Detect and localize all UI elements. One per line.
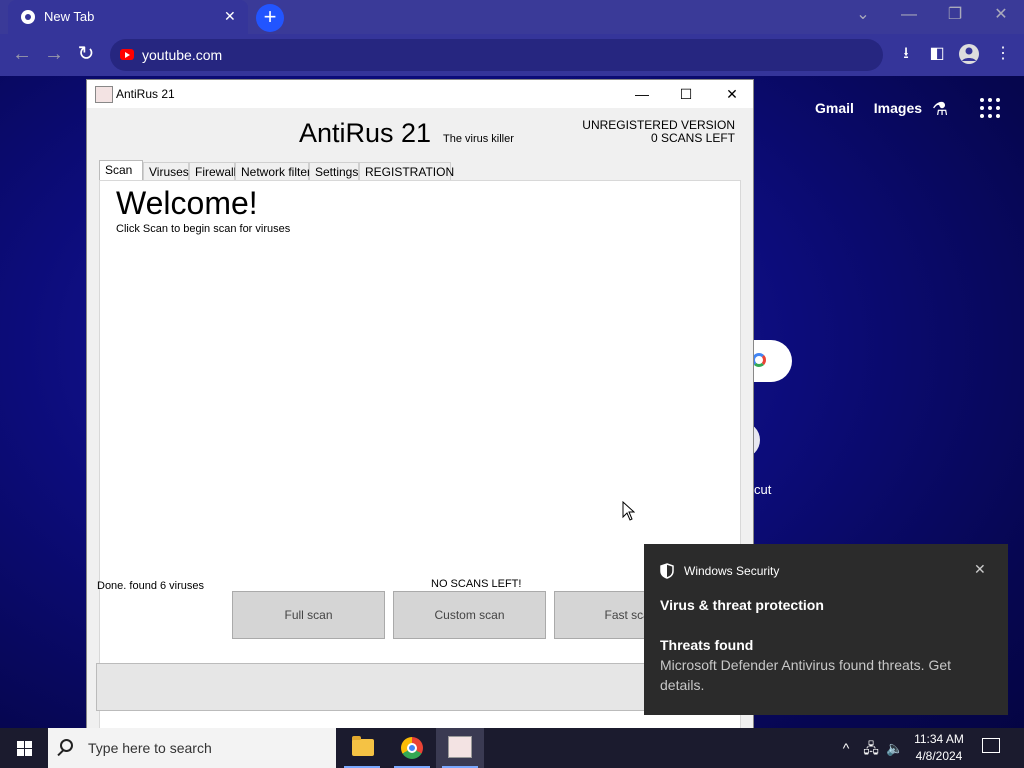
antirus-titlebar[interactable]: AntiRus 21 — ☐ ✕ [87, 80, 753, 108]
tab-viruses[interactable]: Viruses [143, 162, 189, 180]
close-tab-icon[interactable]: ✕ [224, 8, 236, 25]
shield-icon [660, 563, 674, 579]
address-bar[interactable]: youtube.com [110, 39, 883, 71]
tab-network-filter[interactable]: Network filter [235, 162, 311, 180]
browser-tab-strip: New Tab ✕ + ⌄ — ❐ ✕ [0, 0, 1024, 34]
mouse-cursor-icon [622, 501, 635, 521]
maximize-icon[interactable]: ☐ [663, 80, 709, 108]
toast-app-name: Windows Security [684, 564, 780, 578]
custom-scan-button[interactable]: Custom scan [393, 591, 546, 639]
close-icon[interactable]: ✕ [709, 80, 755, 108]
new-tab-button[interactable]: + [256, 4, 284, 32]
labs-flask-icon[interactable]: ⚗ [932, 99, 948, 120]
folder-icon [352, 736, 374, 756]
minimize-icon[interactable]: — [886, 0, 932, 32]
tab-search-icon[interactable]: ⌄ [840, 0, 886, 32]
toast-close-icon[interactable]: ✕ [974, 561, 986, 578]
shortcut-label: cut [754, 482, 772, 497]
antirus-app-icon [95, 86, 113, 103]
restore-icon[interactable]: ❐ [932, 0, 978, 32]
images-link[interactable]: Images [874, 100, 922, 116]
show-hidden-icons-icon[interactable]: ^ [836, 728, 856, 768]
url-text: youtube.com [142, 47, 223, 63]
download-icon[interactable]: ⭳ [895, 43, 917, 65]
ntp-links: Gmail Images [815, 100, 938, 116]
scan-hint: Click Scan to begin scan for viruses [116, 223, 291, 235]
tab-title: New Tab [44, 9, 95, 24]
taskbar: Type here to search ^ 🖧 🔈 11:34 AM 4/8/2… [0, 728, 1024, 768]
chrome-icon [21, 10, 35, 24]
toast-body: Microsoft Defender Antivirus found threa… [660, 657, 952, 693]
volume-muted-icon[interactable]: 🔈 [884, 728, 906, 768]
forward-icon[interactable]: → [42, 43, 66, 67]
clock-time: 11:34 AM [914, 732, 964, 746]
clock-date: 4/8/2024 [915, 749, 963, 763]
search-placeholder: Type here to search [88, 740, 212, 756]
google-apps-icon[interactable] [980, 98, 1000, 118]
notification-center-icon[interactable] [982, 738, 1000, 753]
youtube-icon [120, 49, 134, 60]
brand-title: AntiRus 21 [299, 118, 432, 148]
antirus-taskbar-button[interactable] [436, 728, 484, 768]
browser-toolbar: ← → ↻ youtube.com ⭳ ◧ ⋮ [0, 34, 1024, 76]
welcome-heading: Welcome! [116, 185, 258, 221]
search-icon [60, 739, 73, 752]
close-window-icon[interactable]: ✕ [978, 0, 1024, 32]
taskbar-search-box[interactable]: Type here to search [48, 728, 336, 768]
menu-kebab-icon[interactable]: ⋮ [992, 43, 1014, 65]
reload-icon[interactable]: ↻ [74, 43, 98, 67]
network-icon[interactable]: 🖧 [860, 728, 882, 768]
profile-icon[interactable] [958, 43, 980, 65]
chrome-icon [401, 737, 423, 759]
chrome-taskbar-button[interactable] [388, 728, 436, 768]
scan-progress-bar [96, 663, 728, 711]
toast-subheading: Threats found [660, 637, 754, 653]
antirus-app-icon [448, 736, 472, 758]
tab-firewall[interactable]: Firewall [189, 162, 236, 180]
scan-status-text: Done. found 6 viruses [97, 580, 205, 592]
gmail-link[interactable]: Gmail [815, 100, 854, 116]
windows-security-toast[interactable]: Windows Security ✕ Virus & threat protec… [644, 544, 1008, 715]
tab-registration[interactable]: REGISTRATION [359, 162, 454, 180]
tab-scan[interactable]: Scan [99, 160, 143, 181]
browser-tab-new-tab[interactable]: New Tab ✕ [8, 0, 248, 34]
back-icon[interactable]: ← [10, 43, 34, 67]
toast-heading: Virus & threat protection [660, 597, 824, 613]
minimize-icon[interactable]: — [619, 80, 665, 108]
start-button[interactable] [0, 728, 48, 768]
registration-status: UNREGISTERED VERSION 0 SCANS LEFT [582, 119, 735, 145]
google-lens-icon [752, 353, 766, 367]
scans-left-label: 0 SCANS LEFT [650, 131, 735, 145]
brand-tagline: The virus killer [443, 133, 514, 145]
window-title: AntiRus 21 [116, 87, 175, 101]
full-scan-button[interactable]: Full scan [232, 591, 385, 639]
clock[interactable]: 11:34 AM 4/8/2024 [908, 731, 970, 765]
tab-settings[interactable]: Settings [309, 162, 359, 180]
file-explorer-taskbar-button[interactable] [338, 728, 386, 768]
side-panel-icon[interactable]: ◧ [926, 43, 948, 65]
no-scans-warning: NO SCANS LEFT! [431, 578, 522, 590]
